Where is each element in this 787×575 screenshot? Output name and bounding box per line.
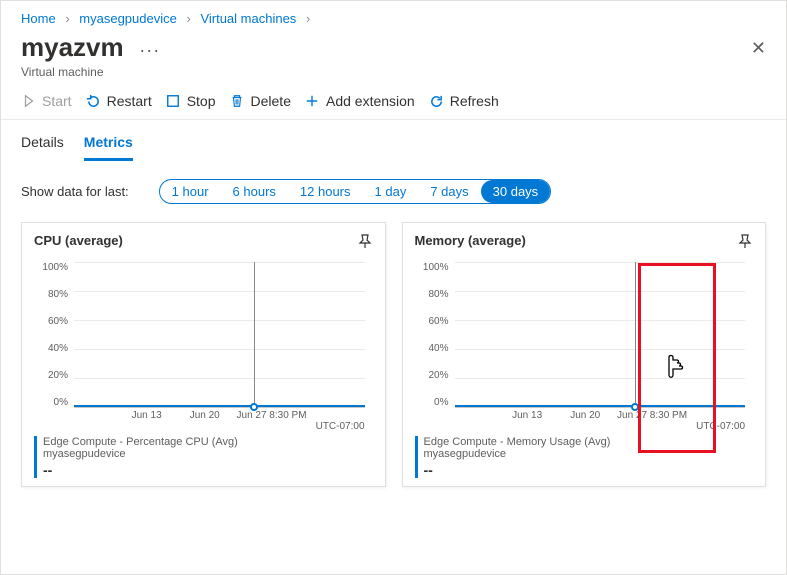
pin-icon[interactable] (357, 233, 373, 252)
time-range-30d[interactable]: 30 days (481, 180, 551, 203)
close-icon[interactable]: ✕ (751, 38, 766, 59)
breadcrumb-home[interactable]: Home (21, 11, 56, 26)
annotation-highlight (638, 263, 716, 453)
play-icon (21, 94, 36, 109)
cpu-chart[interactable]: 100% 80% 60% 40% 20% 0% Jun 13 Jun 20 Ju… (34, 262, 373, 432)
time-range-label: Show data for last: (21, 184, 129, 199)
time-range-12h[interactable]: 12 hours (288, 180, 363, 203)
breadcrumb: Home › myasegpudevice › Virtual machines… (1, 1, 786, 32)
cpu-card-title: CPU (average) (34, 233, 123, 252)
more-actions-icon[interactable]: ··· (139, 40, 160, 60)
chevron-right-icon: › (306, 11, 310, 26)
tab-metrics[interactable]: Metrics (84, 134, 133, 161)
time-range-1h[interactable]: 1 hour (160, 180, 221, 203)
tab-bar: Details Metrics (1, 120, 786, 161)
breadcrumb-device[interactable]: myasegpudevice (79, 11, 177, 26)
stop-button[interactable]: Stop (166, 93, 216, 109)
trash-icon (230, 94, 245, 109)
chevron-right-icon: › (186, 11, 190, 26)
refresh-icon (429, 94, 444, 109)
add-extension-button[interactable]: Add extension (305, 93, 415, 109)
cpu-chart-card: CPU (average) 100% 80% 60% 40% 20% 0% Ju (21, 222, 386, 487)
restart-icon (86, 94, 101, 109)
restart-button[interactable]: Restart (86, 93, 152, 109)
tab-details[interactable]: Details (21, 134, 64, 161)
cpu-legend: Edge Compute - Percentage CPU (Avg) myas… (34, 436, 373, 478)
command-bar: Start Restart Stop Delete Add extension … (1, 83, 786, 120)
start-button: Start (21, 93, 72, 109)
time-range-1d[interactable]: 1 day (363, 180, 419, 203)
time-range-6h[interactable]: 6 hours (221, 180, 288, 203)
time-range-7d[interactable]: 7 days (418, 180, 480, 203)
stop-icon (166, 94, 181, 109)
memory-chart-card: Memory (average) 100% 80% 60% 40% 20% 0% (402, 222, 767, 487)
pin-icon[interactable] (737, 233, 753, 252)
memory-card-title: Memory (average) (415, 233, 526, 252)
page-title: myazvm (21, 32, 124, 63)
breadcrumb-vms[interactable]: Virtual machines (200, 11, 296, 26)
delete-button[interactable]: Delete (230, 93, 291, 109)
time-range-selector: 1 hour 6 hours 12 hours 1 day 7 days 30 … (159, 179, 552, 204)
chevron-right-icon: › (65, 11, 69, 26)
refresh-button[interactable]: Refresh (429, 93, 499, 109)
plus-icon (305, 94, 320, 109)
page-subtitle: Virtual machine (21, 65, 751, 79)
